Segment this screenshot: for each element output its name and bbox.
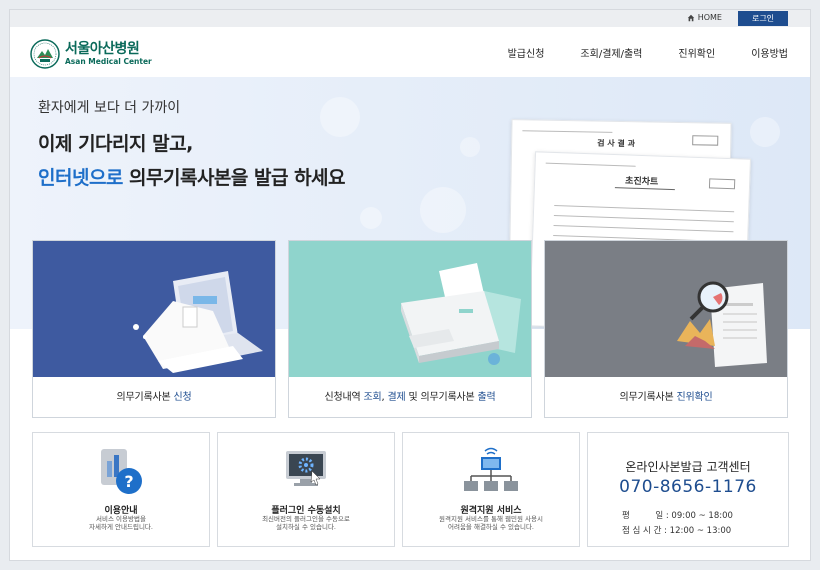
- lunch-label: 점 심 시 간: [622, 526, 662, 536]
- decor-bubble: [750, 117, 780, 147]
- card-inquiry-label: 신청내역 조회, 결제 및 의무기록사본 출력: [289, 377, 531, 419]
- card-verify-label: 의무기록사본 진위확인: [545, 377, 787, 419]
- doc-line: [614, 187, 675, 191]
- card-apply-label: 의무기록사본 신청: [33, 377, 275, 419]
- help-icon: ?: [101, 449, 142, 494]
- decor-bubble: [460, 137, 480, 157]
- nav-item-inquiry[interactable]: 조회/결제/출력: [580, 45, 642, 60]
- nav-item-guide[interactable]: 이용방법: [751, 45, 788, 60]
- hero-title-line2: 인터넷으로 의무기록사본을 발급 하세요: [38, 163, 346, 190]
- hospital-logo[interactable]: 서울아산병원 Asan Medical Center: [30, 39, 152, 69]
- card-label-highlight: 결제: [387, 392, 406, 403]
- nav-item-verify[interactable]: 진위확인: [678, 45, 715, 60]
- utility-bar: HOME 로그인: [10, 10, 810, 27]
- site-header: 서울아산병원 Asan Medical Center 발급신청 조회/결제/출력…: [10, 27, 810, 77]
- logo-name-ko: 서울아산병원: [65, 41, 140, 58]
- weekday-hours: : 09:00 ~ 18:00: [665, 511, 733, 521]
- card-verify-illustration: [545, 241, 787, 377]
- card-apply-illustration: [33, 241, 275, 377]
- info-box-guide[interactable]: ? 이용안내 서비스 이용방법을 자세하게 안내드립니다.: [32, 432, 210, 547]
- hero-title-highlight: 인터넷으로: [38, 167, 123, 189]
- card-inquiry[interactable]: 신청내역 조회, 결제 및 의무기록사본 출력: [288, 240, 532, 418]
- doc-back-title: 검 사 결 과: [597, 138, 636, 149]
- card-label-highlight: 신청: [173, 392, 192, 403]
- desc-line: 자세하게 안내드립니다.: [89, 523, 153, 532]
- decor-bubble: [360, 207, 382, 229]
- customer-center-phone[interactable]: 070-8656-1176: [588, 477, 788, 497]
- doc-line: [554, 204, 735, 213]
- weekday-hours-row: 평 일 : 09:00 ~ 18:00: [622, 509, 733, 521]
- magnifier-document-illustration: [677, 281, 767, 367]
- doc-stamp-box: [692, 135, 719, 146]
- weekday-label: 평 일: [622, 511, 664, 521]
- card-label-text: 및 의무기록사본: [405, 392, 478, 403]
- card-label-highlight: 출력: [477, 392, 496, 403]
- customer-center-box: 온라인사본발급 고객센터 070-8656-1176 평 일 : 09:00 ~…: [587, 432, 789, 547]
- laptop-printer-illustration: [133, 271, 263, 373]
- printer-illustration: [401, 263, 521, 365]
- nav-item-apply[interactable]: 발급신청: [508, 45, 545, 60]
- card-inquiry-illustration: [289, 241, 531, 377]
- home-label: HOME: [697, 13, 722, 22]
- home-link[interactable]: HOME: [687, 13, 722, 22]
- plugin-install-icon: [286, 451, 326, 486]
- svg-text:?: ?: [124, 472, 133, 491]
- desc-line: 어려움을 해결하실 수 있습니다.: [447, 523, 534, 532]
- doc-line: [553, 214, 734, 223]
- main-nav: 발급신청 조회/결제/출력 진위확인 이용방법: [472, 45, 788, 60]
- login-button[interactable]: 로그인: [738, 11, 788, 26]
- customer-center-title: 온라인사본발급 고객센터: [625, 460, 751, 474]
- card-label-highlight: 조회: [363, 392, 382, 403]
- home-icon: [687, 14, 694, 21]
- doc-stamp-box: [708, 178, 736, 190]
- info-box-guide-desc: 서비스 이용방법을 자세하게 안내드립니다.: [43, 515, 199, 532]
- lunch-hours-row: 점 심 시 간 : 12:00 ~ 13:00: [622, 524, 731, 536]
- remote-support-icon: [464, 447, 518, 491]
- card-label-highlight: 진위확인: [676, 392, 713, 403]
- lunch-hours: : 12:00 ~ 13:00: [664, 526, 732, 536]
- page-frame: HOME 로그인 서울아산병원 Asan Medical Center 발급신청…: [9, 9, 811, 561]
- card-label-text: 의무기록사본: [619, 392, 677, 403]
- info-box-remote-desc: 원격지원 서비스를 통해 웹민원 사용시 어려움을 해결하실 수 있습니다.: [413, 515, 569, 532]
- card-verify[interactable]: 의무기록사본 진위확인: [544, 240, 788, 418]
- card-apply[interactable]: 의무기록사본 신청: [32, 240, 276, 418]
- hospital-logo-icon: [30, 39, 60, 69]
- hero-subtitle: 환자에게 보다 더 가까이: [38, 100, 181, 116]
- doc-front-title: 초진차트: [624, 176, 659, 188]
- info-box-plugin[interactable]: 플러그인 수동설치 최신버전의 플러그인을 수동으로 설치하실 수 있습니다.: [217, 432, 395, 547]
- card-label-text: 신청내역: [324, 392, 364, 403]
- logo-name-en: Asan Medical Center: [65, 57, 152, 67]
- doc-line: [522, 130, 613, 133]
- card-label-text: 의무기록사본: [116, 392, 174, 403]
- info-box-remote[interactable]: 원격지원 서비스 원격지원 서비스를 통해 웹민원 사용시 어려움을 해결하실 …: [402, 432, 580, 547]
- hero-title-rest: 의무기록사본을 발급 하세요: [122, 167, 346, 189]
- hero-title-line1: 이제 기다리지 말고,: [38, 133, 193, 155]
- decor-bubble: [320, 97, 360, 137]
- desc-line: 설치하실 수 있습니다.: [275, 523, 337, 532]
- info-box-plugin-desc: 최신버전의 플러그인을 수동으로 설치하실 수 있습니다.: [228, 515, 384, 532]
- doc-line: [545, 162, 636, 167]
- doc-line: [553, 224, 734, 233]
- decor-bubble: [420, 187, 466, 233]
